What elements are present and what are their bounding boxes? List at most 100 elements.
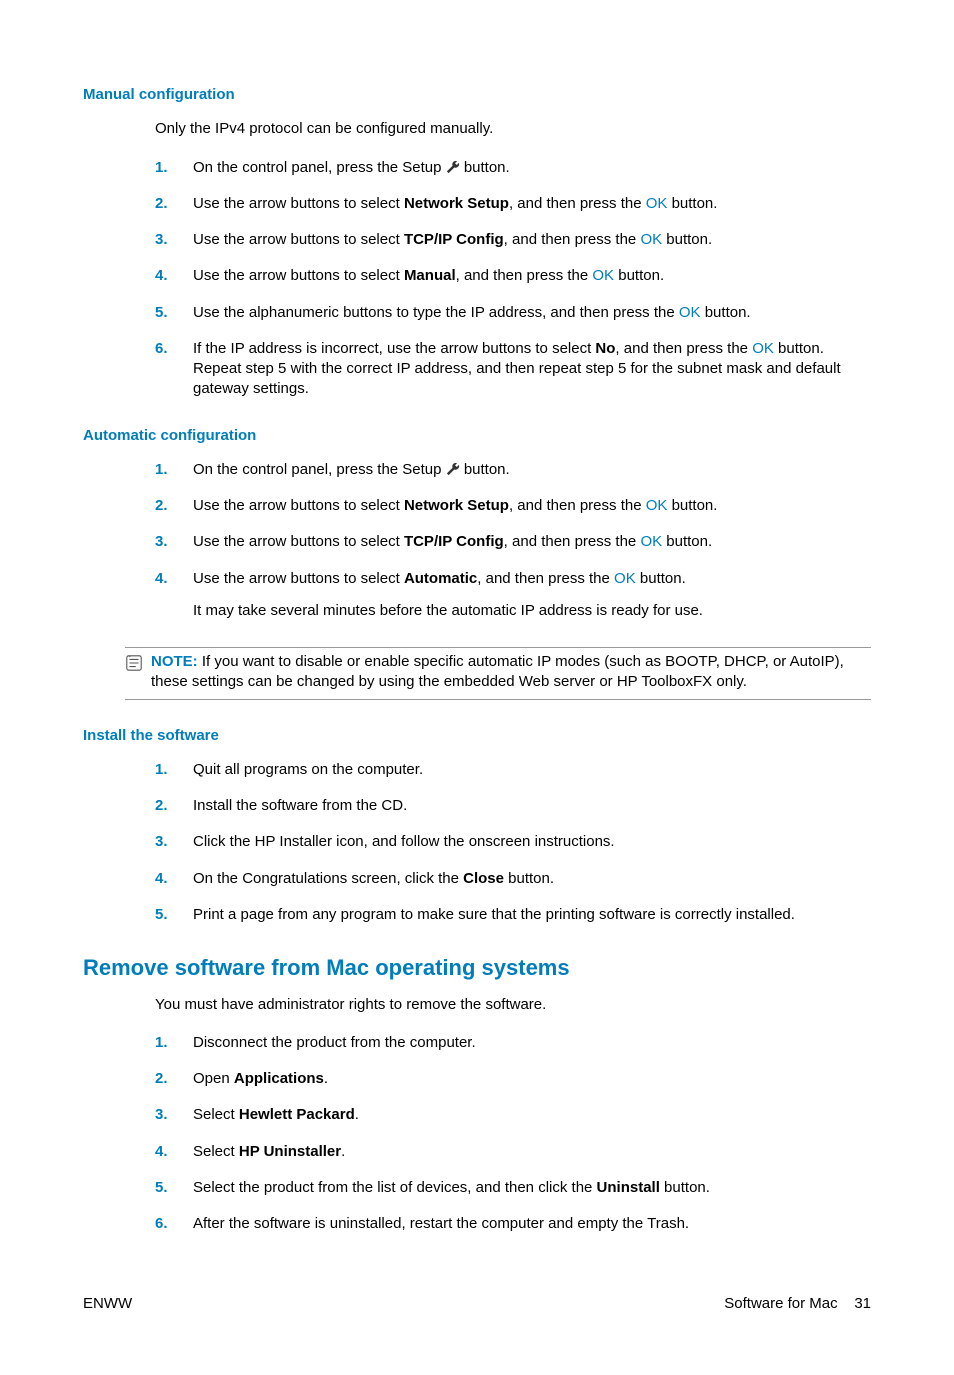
step-number: 5.: [155, 303, 193, 323]
note-body: NOTE: If you want to disable or enable s…: [151, 652, 871, 693]
step-body: Use the arrow buttons to select Manual, …: [193, 266, 871, 286]
steps-remove: 1.Disconnect the product from the comput…: [155, 1033, 871, 1235]
step-body: Use the arrow buttons to select Automati…: [193, 569, 871, 622]
footer-right: Software for Mac 31: [724, 1294, 871, 1314]
bold-term: Uninstall: [597, 1179, 660, 1196]
step-body: Use the arrow buttons to select TCP/IP C…: [193, 532, 871, 552]
list-item: 3.Use the arrow buttons to select TCP/IP…: [155, 532, 871, 552]
heading-manual-configuration: Manual configuration: [83, 85, 871, 105]
step-body: Select the product from the list of devi…: [193, 1178, 871, 1198]
note-text: If you want to disable or enable specifi…: [151, 653, 844, 690]
step-body: Click the HP Installer icon, and follow …: [193, 832, 871, 852]
step-body: Quit all programs on the computer.: [193, 760, 871, 780]
wrench-icon: [446, 462, 460, 476]
list-item: 4.On the Congratulations screen, click t…: [155, 869, 871, 889]
step-number: 4.: [155, 569, 193, 622]
step-body: On the Congratulations screen, click the…: [193, 869, 871, 889]
ok-label: OK: [614, 570, 636, 587]
list-item: 2.Install the software from the CD.: [155, 796, 871, 816]
bold-term: Network Setup: [404, 195, 509, 212]
step-number: 3.: [155, 832, 193, 852]
step-body: After the software is uninstalled, resta…: [193, 1214, 871, 1234]
steps-automatic: 1.On the control panel, press the Setup …: [155, 460, 871, 621]
step-body: Disconnect the product from the computer…: [193, 1033, 871, 1053]
list-item: 1.On the control panel, press the Setup …: [155, 158, 871, 178]
bold-term: TCP/IP Config: [404, 231, 504, 248]
step-number: 1.: [155, 760, 193, 780]
list-item: 3.Use the arrow buttons to select TCP/IP…: [155, 230, 871, 250]
list-item: 6.If the IP address is incorrect, use th…: [155, 339, 871, 400]
list-item: 1.Quit all programs on the computer.: [155, 760, 871, 780]
page-footer: ENWW Software for Mac 31: [83, 1294, 871, 1314]
step-number: 1.: [155, 460, 193, 480]
list-item: 1.Disconnect the product from the comput…: [155, 1033, 871, 1053]
step-number: 3.: [155, 1105, 193, 1125]
heading-remove-software: Remove software from Mac operating syste…: [83, 953, 871, 983]
list-item: 5.Select the product from the list of de…: [155, 1178, 871, 1198]
step-number: 1.: [155, 158, 193, 178]
intro-remove: You must have administrator rights to re…: [155, 995, 871, 1015]
ok-label: OK: [640, 231, 662, 248]
steps-install: 1.Quit all programs on the computer.2.In…: [155, 760, 871, 925]
step-body: Use the arrow buttons to select Network …: [193, 496, 871, 516]
ok-label: OK: [646, 497, 668, 514]
list-item: 2.Use the arrow buttons to select Networ…: [155, 194, 871, 214]
steps-manual: 1.On the control panel, press the Setup …: [155, 158, 871, 400]
step-number: 4.: [155, 266, 193, 286]
ok-label: OK: [679, 304, 701, 321]
step-number: 4.: [155, 869, 193, 889]
bold-term: Applications: [234, 1070, 324, 1087]
step-number: 1.: [155, 1033, 193, 1053]
list-item: 2.Open Applications.: [155, 1069, 871, 1089]
step-number: 3.: [155, 532, 193, 552]
step-body: On the control panel, press the Setup bu…: [193, 158, 871, 178]
list-item: 3.Click the HP Installer icon, and follo…: [155, 832, 871, 852]
step-number: 2.: [155, 796, 193, 816]
step-number: 2.: [155, 496, 193, 516]
list-item: 5.Print a page from any program to make …: [155, 905, 871, 925]
list-item: 4.Select HP Uninstaller.: [155, 1142, 871, 1162]
step-body: Use the arrow buttons to select Network …: [193, 194, 871, 214]
list-item: 1.On the control panel, press the Setup …: [155, 460, 871, 480]
step-body: On the control panel, press the Setup bu…: [193, 460, 871, 480]
intro-text: Only the IPv4 protocol can be configured…: [155, 119, 871, 139]
ok-label: OK: [592, 267, 614, 284]
footer-left: ENWW: [83, 1294, 132, 1314]
ok-label: OK: [640, 533, 662, 550]
bold-term: Close: [463, 870, 504, 887]
bold-term: No: [595, 340, 615, 357]
bold-term: Network Setup: [404, 497, 509, 514]
bold-term: TCP/IP Config: [404, 533, 504, 550]
list-item: 5.Use the alphanumeric buttons to type t…: [155, 303, 871, 323]
step-number: 3.: [155, 230, 193, 250]
bold-term: Hewlett Packard: [239, 1106, 355, 1123]
bold-term: Automatic: [404, 570, 477, 587]
list-item: 2.Use the arrow buttons to select Networ…: [155, 496, 871, 516]
list-item: 3.Select Hewlett Packard.: [155, 1105, 871, 1125]
step-body: Use the arrow buttons to select TCP/IP C…: [193, 230, 871, 250]
step-body: Print a page from any program to make su…: [193, 905, 871, 925]
step-followup: It may take several minutes before the a…: [193, 601, 871, 621]
heading-automatic-configuration: Automatic configuration: [83, 426, 871, 446]
bold-term: HP Uninstaller: [239, 1143, 341, 1160]
step-number: 2.: [155, 1069, 193, 1089]
step-body: Open Applications.: [193, 1069, 871, 1089]
step-body: Select HP Uninstaller.: [193, 1142, 871, 1162]
note-label: NOTE:: [151, 653, 198, 670]
list-item: 4.Use the arrow buttons to select Automa…: [155, 569, 871, 622]
wrench-icon: [446, 160, 460, 174]
list-item: 6.After the software is uninstalled, res…: [155, 1214, 871, 1234]
note-block: NOTE: If you want to disable or enable s…: [125, 647, 871, 700]
step-number: 6.: [155, 1214, 193, 1234]
step-number: 5.: [155, 1178, 193, 1198]
step-body: Select Hewlett Packard.: [193, 1105, 871, 1125]
step-body: Install the software from the CD.: [193, 796, 871, 816]
ok-label: OK: [752, 340, 774, 357]
step-number: 4.: [155, 1142, 193, 1162]
step-number: 5.: [155, 905, 193, 925]
step-number: 2.: [155, 194, 193, 214]
step-number: 6.: [155, 339, 193, 400]
step-body: If the IP address is incorrect, use the …: [193, 339, 871, 400]
list-item: 4.Use the arrow buttons to select Manual…: [155, 266, 871, 286]
heading-install-software: Install the software: [83, 726, 871, 746]
